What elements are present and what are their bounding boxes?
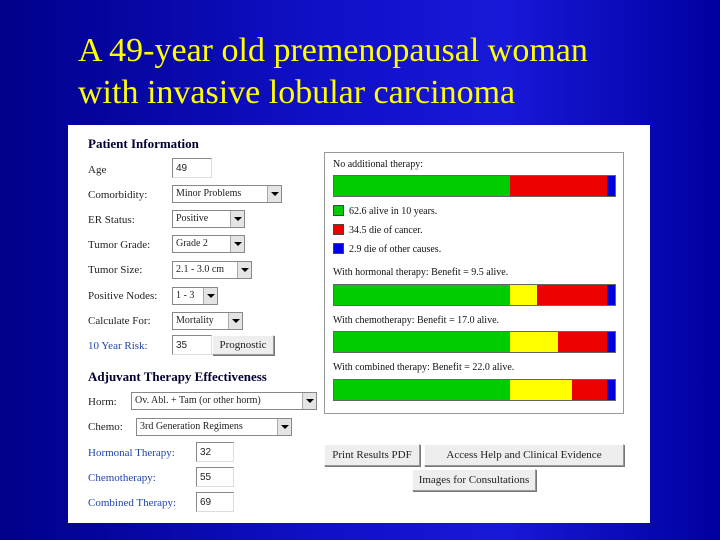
age-label: Age bbox=[88, 164, 107, 176]
bar-segment-benefit bbox=[509, 285, 537, 305]
chevron-down-icon[interactable] bbox=[302, 393, 316, 409]
calculate-for-label: Calculate For: bbox=[88, 315, 151, 327]
bar-segment-alive bbox=[334, 332, 510, 352]
bar-segment-other bbox=[606, 285, 615, 305]
no-therapy-label: No additional therapy: bbox=[333, 159, 423, 170]
legend-cancer-swatch bbox=[333, 224, 344, 235]
adjuvant-therapy-heading: Adjuvant Therapy Effectiveness bbox=[88, 369, 267, 384]
chemo-label: Chemo: bbox=[88, 421, 123, 433]
images-for-consultations-button[interactable]: Images for Consultations bbox=[412, 469, 536, 491]
patient-info-heading: Patient Information bbox=[88, 136, 199, 151]
bar-segment-benefit bbox=[509, 380, 572, 400]
chevron-down-icon[interactable] bbox=[228, 313, 242, 329]
prognostic-button[interactable]: Prognostic bbox=[212, 335, 274, 355]
chemotherapy-bar bbox=[333, 331, 616, 353]
comorbidity-label: Comorbidity: bbox=[88, 189, 148, 201]
adjuvant-app-panel: Patient Information Age 49 Comorbidity: … bbox=[68, 125, 650, 523]
print-results-pdf-button[interactable]: Print Results PDF bbox=[324, 444, 420, 466]
tumor-size-select[interactable]: 2.1 - 3.0 cm bbox=[172, 261, 252, 279]
slide-title-line-1: A 49-year old premenopausal woman bbox=[78, 32, 588, 69]
chevron-down-icon[interactable] bbox=[237, 262, 251, 278]
age-input[interactable]: 49 bbox=[172, 158, 212, 178]
legend-alive-text: 62.6 alive in 10 years. bbox=[349, 206, 438, 217]
access-help-button[interactable]: Access Help and Clinical Evidence bbox=[424, 444, 624, 466]
hormonal-therapy-input[interactable]: 32 bbox=[196, 442, 234, 462]
bar-segment-alive bbox=[334, 285, 510, 305]
er-status-label: ER Status: bbox=[88, 214, 135, 226]
chevron-down-icon[interactable] bbox=[230, 211, 244, 227]
chevron-down-icon[interactable] bbox=[203, 288, 217, 304]
chevron-down-icon[interactable] bbox=[277, 419, 291, 435]
chemo-select[interactable]: 3rd Generation Regimens bbox=[136, 418, 292, 436]
legend-alive-swatch bbox=[333, 205, 344, 216]
positive-nodes-select[interactable]: 1 - 3 bbox=[172, 287, 218, 305]
combined-therapy-input[interactable]: 69 bbox=[196, 492, 234, 512]
comorbidity-select[interactable]: Minor Problems bbox=[172, 185, 282, 203]
chevron-down-icon[interactable] bbox=[267, 186, 281, 202]
bar-segment-alive bbox=[334, 380, 510, 400]
bar-segment-cancer bbox=[536, 285, 607, 305]
chemotherapy-input[interactable]: 55 bbox=[196, 467, 234, 487]
slide-title: A 49-year old premenopausal woman with i… bbox=[78, 30, 698, 114]
calculate-for-select[interactable]: Mortality bbox=[172, 312, 243, 330]
er-status-select[interactable]: Positive bbox=[172, 210, 245, 228]
chevron-down-icon[interactable] bbox=[230, 236, 244, 252]
no-therapy-bar bbox=[333, 175, 616, 197]
bar-segment-cancer bbox=[571, 380, 607, 400]
chemotherapy-label[interactable]: Chemotherapy: bbox=[88, 472, 156, 484]
horm-label: Horm: bbox=[88, 396, 117, 408]
legend-cancer-text: 34.5 die of cancer. bbox=[349, 225, 423, 236]
horm-value: Ov. Abl. + Tam (or other horm) bbox=[135, 395, 261, 406]
tumor-size-label: Tumor Size: bbox=[88, 264, 143, 276]
positive-nodes-label: Positive Nodes: bbox=[88, 290, 158, 302]
legend-other-swatch bbox=[333, 243, 344, 254]
bar-segment-other bbox=[606, 176, 615, 196]
bar-segment-other bbox=[606, 380, 615, 400]
tumor-grade-value: Grade 2 bbox=[176, 238, 208, 249]
bar-segment-alive bbox=[334, 176, 510, 196]
er-status-value: Positive bbox=[176, 213, 209, 224]
comorbidity-value: Minor Problems bbox=[176, 188, 242, 199]
bar-segment-other bbox=[606, 332, 615, 352]
combined-therapy-result-label: With combined therapy: Benefit = 22.0 al… bbox=[333, 362, 515, 373]
tumor-grade-select[interactable]: Grade 2 bbox=[172, 235, 245, 253]
ten-year-risk-input[interactable]: 35 bbox=[172, 335, 212, 355]
bar-segment-cancer bbox=[557, 332, 607, 352]
chemotherapy-result-label: With chemotherapy: Benefit = 17.0 alive. bbox=[333, 315, 500, 326]
slide-title-line-2: with invasive lobular carcinoma bbox=[78, 74, 516, 111]
hormonal-therapy-label[interactable]: Hormonal Therapy: bbox=[88, 447, 175, 459]
tumor-grade-label: Tumor Grade: bbox=[88, 239, 151, 251]
calculate-for-value: Mortality bbox=[176, 315, 214, 326]
bar-segment-cancer bbox=[509, 176, 607, 196]
results-panel: No additional therapy: 62.6 alive in 10 … bbox=[324, 152, 624, 414]
combined-therapy-label[interactable]: Combined Therapy: bbox=[88, 497, 176, 509]
chemo-value: 3rd Generation Regimens bbox=[140, 421, 243, 432]
hormonal-therapy-result-label: With hormonal therapy: Benefit = 9.5 ali… bbox=[333, 267, 509, 278]
ten-year-risk-label[interactable]: 10 Year Risk: bbox=[88, 340, 148, 352]
hormonal-therapy-bar bbox=[333, 284, 616, 306]
horm-select[interactable]: Ov. Abl. + Tam (or other horm) bbox=[131, 392, 317, 410]
legend-other-text: 2.9 die of other causes. bbox=[349, 244, 442, 255]
bar-segment-benefit bbox=[509, 332, 558, 352]
tumor-size-value: 2.1 - 3.0 cm bbox=[176, 264, 225, 275]
positive-nodes-value: 1 - 3 bbox=[176, 290, 195, 301]
combined-therapy-bar bbox=[333, 379, 616, 401]
